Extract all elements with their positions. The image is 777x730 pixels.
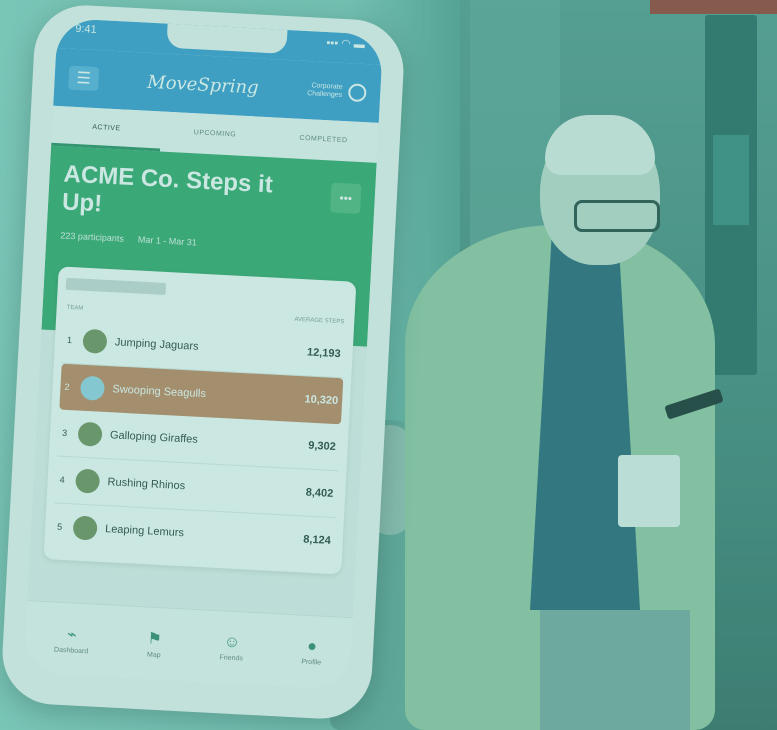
- row-rank: 5: [56, 521, 63, 532]
- man-hair: [545, 115, 655, 175]
- team-avatar: [79, 375, 106, 401]
- man-glasses: [574, 200, 660, 232]
- team-name: Jumping Jaguars: [114, 336, 199, 353]
- challenge-title: ACME Co. Steps it Up!: [61, 160, 274, 218]
- team-steps: 10,320: [304, 393, 339, 408]
- menu-button[interactable]: ☰: [68, 65, 100, 92]
- col-team: TEAM: [66, 304, 84, 312]
- hamburger-icon: ☰: [76, 70, 92, 88]
- app-logo: MoveSpring: [146, 71, 260, 99]
- team-avatar: [82, 328, 108, 354]
- tab-completed[interactable]: COMPLETED: [268, 117, 379, 163]
- org-line-2: Challenges: [306, 90, 343, 99]
- team-avatar: [72, 515, 98, 541]
- team-steps: 12,193: [306, 346, 341, 361]
- row-rank: 2: [64, 381, 70, 393]
- status-signal-icons: ▪▪▪ ◠ ▬: [326, 37, 366, 52]
- background-red-strip: [650, 0, 777, 14]
- tab-active[interactable]: ACTIVE: [51, 105, 162, 152]
- team-avatar: [77, 421, 103, 447]
- leaderboard-card: TEAM AVERAGE STEPS 1 Jumping Jaguars 12,…: [43, 266, 357, 575]
- row-rank: 4: [59, 474, 65, 485]
- row-rank: 1: [66, 334, 73, 346]
- team-steps: 9,302: [307, 439, 337, 454]
- participants-count: 223 participants: [60, 230, 125, 244]
- nav-label: Dashboard: [53, 646, 89, 656]
- team-steps: 8,402: [305, 486, 334, 500]
- circle-icon[interactable]: [347, 83, 367, 103]
- team-name: Galloping Giraffes: [109, 429, 199, 446]
- nav-profile[interactable]: ● Profile: [301, 638, 322, 667]
- team-steps: 8,124: [303, 533, 332, 547]
- row-rank: 3: [61, 427, 68, 438]
- activity-icon: ⌁: [66, 626, 78, 644]
- team-name: Swooping Seagulls: [112, 383, 207, 401]
- nav-label: Friends: [219, 654, 243, 663]
- team-name: Rushing Rhinos: [107, 476, 186, 493]
- profile-icon: ●: [306, 637, 318, 656]
- nav-friends[interactable]: ☺ Friends: [219, 633, 244, 662]
- phone-screen: 9:41 ▪▪▪ ◠ ▬ ☰ MoveSpring Corporate Chal…: [23, 17, 384, 691]
- nav-label: Profile: [301, 658, 322, 667]
- nav-label: Map: [146, 651, 161, 660]
- team-name: Leaping Lemurs: [104, 523, 185, 540]
- tab-upcoming[interactable]: UPCOMING: [160, 111, 271, 157]
- col-average-steps: AVERAGE STEPS: [294, 316, 345, 326]
- status-time: 9:41: [74, 22, 97, 36]
- challenge-meta: 223 participants Mar 1 - Mar 31: [60, 230, 358, 256]
- challenge-dates: Mar 1 - Mar 31: [137, 234, 198, 248]
- friends-icon: ☺: [223, 633, 241, 652]
- name-badge: [618, 455, 680, 527]
- org-label: Corporate Challenges: [306, 81, 367, 103]
- nav-map[interactable]: ⚑ Map: [146, 628, 162, 659]
- photo-scene: 9:41 ▪▪▪ ◠ ▬ ☰ MoveSpring Corporate Chal…: [0, 0, 777, 730]
- card-chip: [65, 277, 167, 295]
- background-display-screen: [705, 15, 757, 375]
- more-options-button[interactable]: •••: [330, 182, 362, 215]
- team-avatar: [74, 468, 101, 494]
- man-pants: [540, 610, 690, 730]
- map-icon: ⚑: [147, 630, 163, 649]
- phone-mockup: 9:41 ▪▪▪ ◠ ▬ ☰ MoveSpring Corporate Chal…: [0, 2, 407, 722]
- nav-dashboard[interactable]: ⌁ Dashboard: [53, 624, 90, 656]
